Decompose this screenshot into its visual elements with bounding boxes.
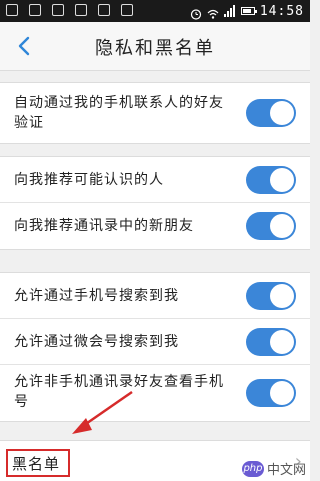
settings-row: 允许通过手机号搜索到我: [0, 273, 310, 319]
setting-label: 允许非手机通讯录好友查看手机号: [14, 374, 224, 410]
status-bar: 14:58: [0, 0, 310, 22]
chevron-left-icon: [18, 36, 30, 56]
toggle-switch[interactable]: [246, 212, 296, 240]
php-logo: php: [241, 460, 264, 477]
wifi-icon: [207, 5, 219, 19]
toggle-switch[interactable]: [246, 379, 296, 407]
setting-label: 允许通过微会号搜索到我: [14, 334, 179, 350]
watermark: php 中文网: [241, 459, 306, 478]
notification-icon: [121, 4, 134, 16]
header: 隐私和黑名单: [0, 22, 310, 71]
blacklist-label: 黑名单: [12, 455, 61, 473]
notification-icon: [75, 4, 88, 16]
settings-row: 允许通过微会号搜索到我: [0, 319, 310, 365]
settings-row: 自动通过我的手机联系人的好友验证: [0, 83, 310, 143]
notification-icons: [6, 4, 156, 18]
signal-icon: [223, 5, 236, 17]
setting-label: 允许通过手机号搜索到我: [14, 288, 179, 304]
settings-row: 向我推荐通讯录中的新朋友: [0, 203, 310, 249]
toggle-switch[interactable]: [246, 166, 296, 194]
battery-icon: [240, 7, 257, 15]
page-title: 隐私和黑名单: [95, 38, 215, 59]
toggle-switch[interactable]: [246, 328, 296, 356]
settings-section-recommend: 向我推荐可能认识的人 向我推荐通讯录中的新朋友: [0, 156, 310, 250]
setting-label: 向我推荐通讯录中的新朋友: [14, 218, 194, 234]
settings-section-search: 允许通过手机号搜索到我 允许通过微会号搜索到我 允许非手机通讯录好友查看手机号: [0, 272, 310, 422]
notification-icon: [6, 4, 18, 16]
status-time: 14:58: [259, 3, 304, 19]
notification-icon: [52, 4, 65, 16]
toggle-switch[interactable]: [246, 99, 296, 127]
setting-label: 自动通过我的手机联系人的好友验证: [14, 95, 224, 131]
watermark-text: 中文网: [266, 463, 306, 478]
alarm-icon: [190, 5, 202, 20]
notification-icon: [98, 4, 111, 16]
back-button[interactable]: [10, 32, 38, 60]
toggle-switch[interactable]: [246, 282, 296, 310]
settings-section-auto-verify: 自动通过我的手机联系人的好友验证: [0, 82, 310, 144]
setting-label: 向我推荐可能认识的人: [14, 172, 164, 188]
notification-icon: [29, 4, 42, 16]
settings-row: 允许非手机通讯录好友查看手机号: [0, 365, 310, 421]
settings-row: 向我推荐可能认识的人: [0, 157, 310, 203]
